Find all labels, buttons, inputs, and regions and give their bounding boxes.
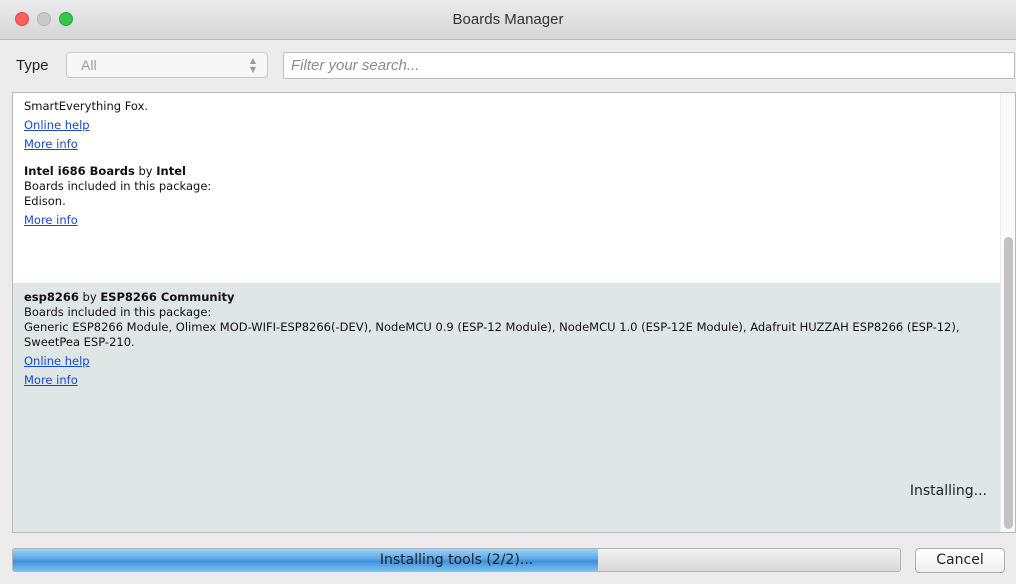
more-info-link[interactable]: More info bbox=[24, 212, 78, 228]
scrollbar-thumb[interactable] bbox=[1004, 237, 1013, 529]
online-help-link[interactable]: Online help bbox=[24, 353, 90, 369]
online-help-link[interactable]: Online help bbox=[24, 117, 90, 133]
by-label: by bbox=[82, 290, 97, 304]
package-header: esp8266 by ESP8266 Community bbox=[24, 290, 1001, 305]
install-progress-bar: Installing tools (2/2)... bbox=[12, 548, 901, 572]
package-name: esp8266 bbox=[24, 290, 79, 304]
filter-search-input[interactable] bbox=[283, 52, 1015, 79]
package-header: Intel i686 Boards by Intel bbox=[24, 164, 1001, 179]
board-list-text: SmartEverything Fox. bbox=[24, 99, 149, 113]
type-dropdown-value: All bbox=[81, 57, 97, 73]
package-author: ESP8266 Community bbox=[100, 290, 235, 304]
more-info-link[interactable]: More info bbox=[24, 136, 78, 152]
board-list-text: Generic ESP8266 Module, Olimex MOD-WIFI-… bbox=[24, 320, 960, 349]
install-status-text: Installing... bbox=[909, 483, 987, 499]
boards-heading: Boards included in this package: bbox=[24, 305, 212, 319]
list-item-selected[interactable]: esp8266 by ESP8266 Community Boards incl… bbox=[13, 283, 1001, 532]
package-name: Intel i686 Boards bbox=[24, 164, 135, 178]
boards-heading: Boards included in this package: bbox=[24, 179, 212, 193]
vertical-scrollbar[interactable] bbox=[1000, 93, 1015, 532]
board-list-text: Edison. bbox=[24, 194, 66, 208]
title-bar: Boards Manager bbox=[0, 0, 1016, 40]
list-item[interactable]: SmartEverything Fox. Online help More in… bbox=[13, 93, 1001, 283]
type-dropdown[interactable]: All ▲ ▼ bbox=[66, 52, 268, 78]
progress-text: Installing tools (2/2)... bbox=[379, 552, 534, 568]
more-info-link[interactable]: More info bbox=[24, 372, 78, 388]
cancel-button[interactable]: Cancel bbox=[915, 548, 1005, 573]
board-package-list[interactable]: SmartEverything Fox. Online help More in… bbox=[12, 92, 1016, 533]
by-label: by bbox=[138, 164, 153, 178]
window-title: Boards Manager bbox=[452, 11, 564, 28]
package-author: Intel bbox=[156, 164, 186, 178]
up-down-chevron-icon: ▲ ▼ bbox=[249, 56, 257, 74]
type-label: Type bbox=[16, 57, 49, 74]
